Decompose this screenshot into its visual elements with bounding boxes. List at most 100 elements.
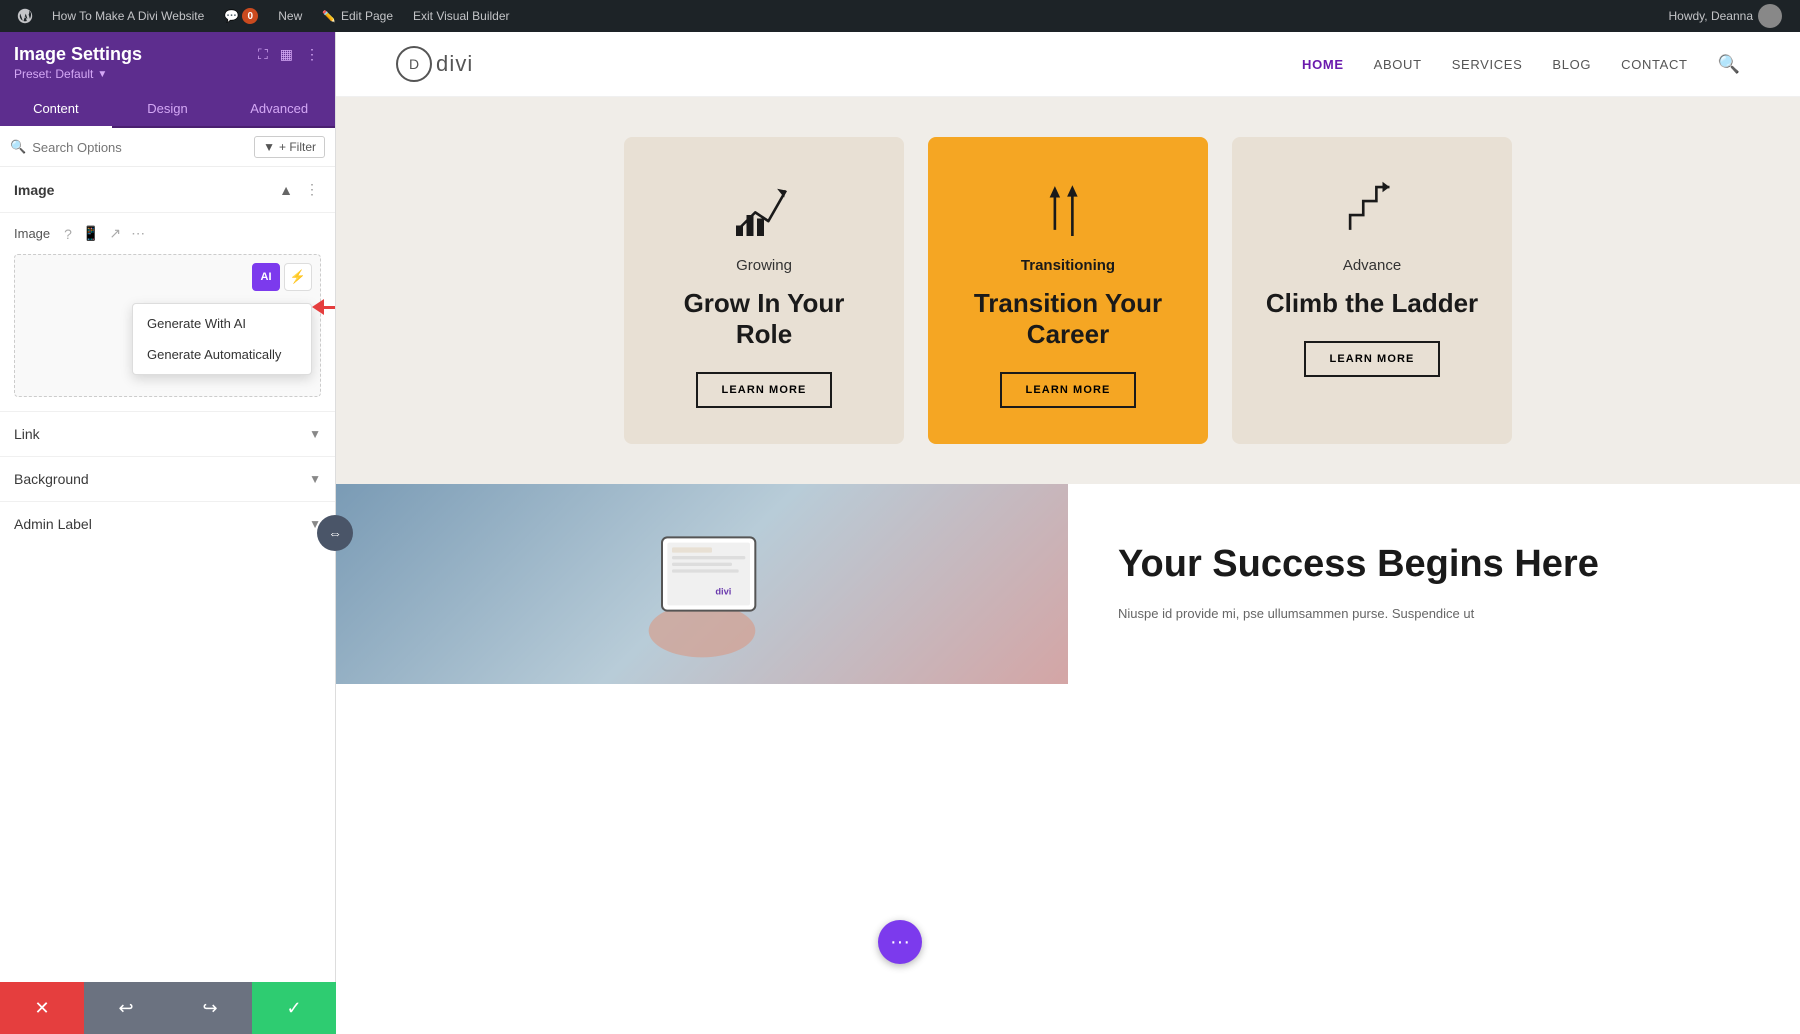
nav-services[interactable]: SERVICES (1452, 57, 1523, 72)
floating-action-button[interactable]: ··· (878, 920, 922, 964)
background-collapse-icon: ▼ (309, 472, 321, 486)
card-growing: Growing Grow In Your Role LEARN MORE (624, 137, 904, 444)
svg-text:divi: divi (715, 587, 731, 597)
card-growing-subtitle: Growing (736, 257, 792, 274)
image-help-icon[interactable]: ? (62, 224, 74, 244)
undo-button[interactable]: ↩ (84, 982, 168, 1034)
background-section: Background ▼ (0, 456, 335, 501)
image-settings-panel: Image Settings ⛶ ▦ ⋮ Preset: Default ▼ C… (0, 32, 336, 1034)
tab-content[interactable]: Content (0, 91, 112, 128)
admin-bar-edit-page[interactable]: ✏️ Edit Page (312, 0, 403, 32)
tablet-illustration: divi (602, 504, 802, 664)
card-advance: Advance Climb the Ladder LEARN MORE (1232, 137, 1512, 444)
generate-automatically-item[interactable]: Generate Automatically (133, 339, 311, 370)
image-section-menu[interactable]: ⋮ (303, 179, 321, 200)
image-section-title: Image (14, 182, 54, 198)
redo-button[interactable]: ↪ (168, 982, 252, 1034)
wp-admin-bar: How To Make A Divi Website 💬 0 New ✏️ Ed… (0, 0, 1800, 32)
bottom-image-placeholder: divi (336, 484, 1068, 684)
nav-blog[interactable]: BLOG (1552, 57, 1591, 72)
nav-home[interactable]: HOME (1302, 57, 1344, 72)
link-section-header[interactable]: Link ▼ (0, 412, 335, 456)
sidebar-content: Image ▲ ⋮ Image ? 📱 ↗ ⋯ (0, 167, 335, 989)
red-arrow-indicator (312, 295, 335, 319)
admin-bar-howdy[interactable]: Howdy, Deanna (1659, 0, 1793, 32)
search-bar: 🔍 ▼ + Filter (0, 128, 335, 167)
columns-icon[interactable]: ▦ (278, 44, 295, 65)
panel-title-icons: ⛶ ▦ ⋮ (256, 44, 321, 65)
fullscreen-icon[interactable]: ⛶ (256, 44, 270, 65)
background-section-header[interactable]: Background ▼ (0, 457, 335, 501)
admin-label-title: Admin Label (14, 516, 92, 532)
auto-icon: ⚡ (290, 269, 306, 285)
image-section-header: Image ▲ ⋮ (0, 167, 335, 213)
hero-cards-section: Growing Grow In Your Role LEARN MORE Tra… (336, 97, 1800, 484)
admin-label-section: Admin Label ▼ (0, 501, 335, 546)
card-advance-btn[interactable]: LEARN MORE (1304, 341, 1441, 377)
website-preview: D divi HOME ABOUT SERVICES BLOG CONTACT … (336, 32, 1800, 1034)
advance-arrow-icon (1337, 173, 1407, 243)
card-growing-btn[interactable]: LEARN MORE (696, 372, 833, 408)
transitioning-arrow-icon (1033, 173, 1103, 243)
preset-label[interactable]: Preset: Default ▼ (14, 67, 321, 81)
filter-icon: ▼ (263, 140, 275, 154)
link-section-title: Link (14, 426, 40, 442)
card-transitioning-title: Transition Your Career (956, 288, 1180, 350)
search-icon[interactable]: 🔍 (1718, 54, 1740, 75)
arrow-line (323, 306, 335, 309)
wp-logo[interactable] (8, 0, 42, 32)
admin-bar-right: Howdy, Deanna (1659, 0, 1793, 32)
tab-design[interactable]: Design (112, 91, 224, 128)
card-advance-title: Climb the Ladder (1266, 288, 1478, 319)
save-button[interactable]: ✓ (252, 982, 336, 1034)
bottom-toolbar: ✕ ↩ ↪ ✓ (0, 982, 336, 1034)
card-transitioning-btn[interactable]: LEARN MORE (1000, 372, 1137, 408)
nav-about[interactable]: ABOUT (1374, 57, 1422, 72)
site-header: D divi HOME ABOUT SERVICES BLOG CONTACT … (336, 32, 1800, 97)
image-field-icons: ? 📱 ↗ ⋯ (62, 223, 147, 244)
filter-button[interactable]: ▼ + Filter (254, 136, 325, 158)
search-input[interactable] (32, 140, 248, 155)
image-section-collapse[interactable]: ▲ (277, 180, 295, 200)
panel-tabs: Content Design Advanced (0, 91, 335, 128)
ai-dropdown-menu: Generate With AI Generate Automatically (132, 303, 312, 375)
growing-arrow-icon (729, 173, 799, 243)
card-advance-subtitle: Advance (1343, 257, 1401, 274)
card-transitioning: Transitioning Transition Your Career LEA… (928, 137, 1208, 444)
auto-generate-button[interactable]: ⚡ (284, 263, 312, 291)
panel-drag-handle[interactable]: ⇔ (317, 515, 353, 551)
link-section: Link ▼ (0, 411, 335, 456)
site-name-label: How To Make A Divi Website (52, 9, 204, 23)
nav-contact[interactable]: CONTACT (1621, 57, 1687, 72)
generate-with-ai-item[interactable]: Generate With AI (133, 308, 311, 339)
admin-label-header[interactable]: Admin Label ▼ (0, 502, 335, 546)
more-options-icon[interactable]: ⋮ (303, 44, 321, 65)
image-cursor-icon[interactable]: ↗ (107, 223, 123, 244)
divi-logo: D divi (396, 46, 473, 82)
preset-caret: ▼ (97, 69, 107, 80)
preview-content: D divi HOME ABOUT SERVICES BLOG CONTACT … (336, 32, 1800, 1034)
bottom-section: divi Your Success Begins Here Niuspe id … (336, 484, 1800, 684)
admin-bar-exit-builder[interactable]: Exit Visual Builder (403, 0, 520, 32)
admin-bar-comments[interactable]: 💬 0 (214, 0, 268, 32)
admin-bar-site[interactable]: How To Make A Divi Website (42, 0, 214, 32)
ai-button[interactable]: AI (252, 263, 280, 291)
admin-bar-new[interactable]: New (268, 0, 312, 32)
panel-header: Image Settings ⛶ ▦ ⋮ Preset: Default ▼ (0, 32, 335, 91)
bottom-section-body: Niuspe id provide mi, pse ullumsammen pu… (1118, 604, 1750, 625)
image-field-row: Image ? 📱 ↗ ⋯ (0, 213, 335, 254)
card-growing-title: Grow In Your Role (652, 288, 876, 350)
image-uploader[interactable]: AI ⚡ Generate With AI Generate Automatic… (14, 254, 321, 397)
image-more-icon[interactable]: ⋯ (129, 223, 147, 244)
image-responsive-icon[interactable]: 📱 (80, 223, 101, 244)
bottom-section-title: Your Success Begins Here (1118, 544, 1750, 586)
bottom-left-image: divi (336, 484, 1068, 684)
comment-count: 0 (242, 8, 258, 24)
tab-advanced[interactable]: Advanced (223, 91, 335, 128)
image-field-label: Image (14, 226, 50, 241)
ai-toolbar: AI ⚡ Generate With AI Generate Automatic… (252, 263, 312, 291)
ai-icon: AI (261, 271, 272, 283)
link-collapse-icon: ▼ (309, 427, 321, 441)
cancel-button[interactable]: ✕ (0, 982, 84, 1034)
site-navigation: HOME ABOUT SERVICES BLOG CONTACT 🔍 (1302, 54, 1740, 75)
